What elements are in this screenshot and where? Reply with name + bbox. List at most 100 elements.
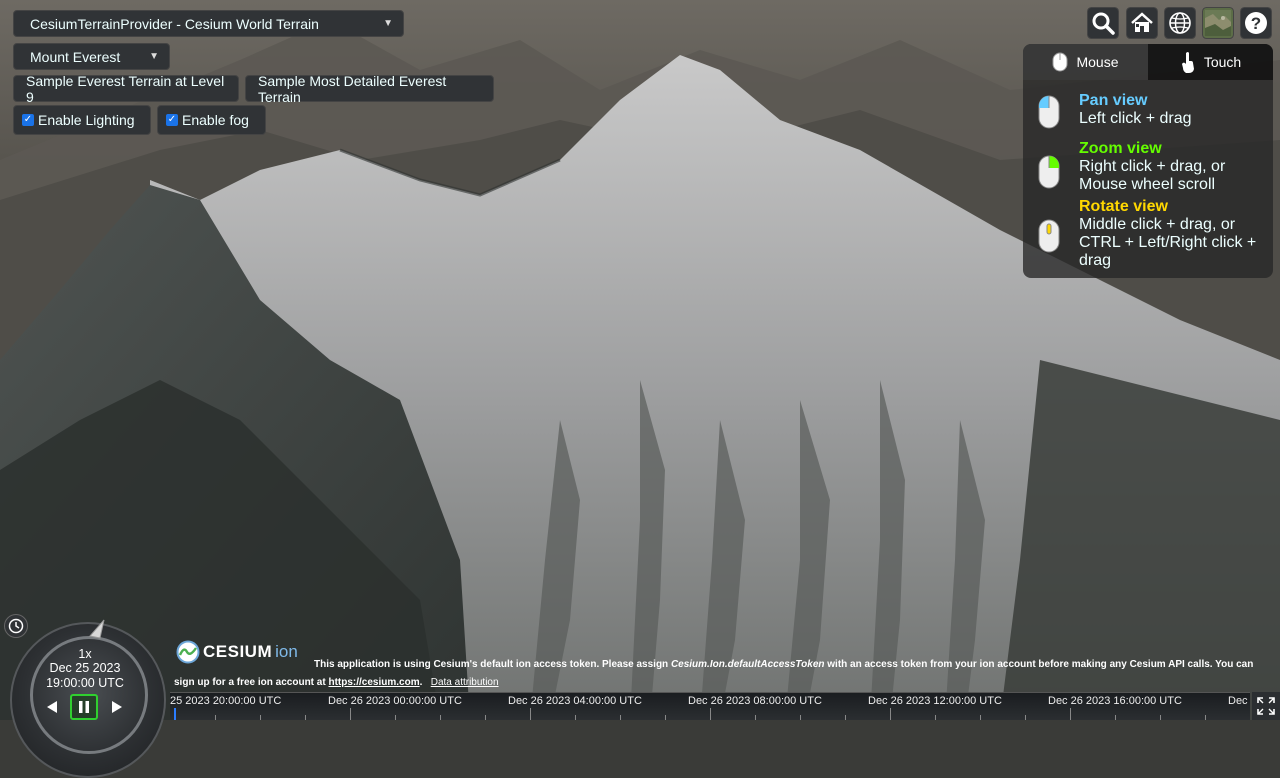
cesium-link[interactable]: https://cesium.com [328,677,419,688]
tab-touch-label: Touch [1203,54,1242,70]
timeline-tick [485,715,486,720]
sample-level9-label: Sample Everest Terrain at Level 9 [26,72,225,105]
timeline-tick [1160,715,1161,720]
tab-mouse[interactable]: Mouse [1023,44,1148,80]
fullscreen-icon [1257,697,1275,715]
mouse-right-click-icon [1038,155,1060,189]
timeline-tick [350,708,351,720]
help-icon: ? [1245,12,1267,34]
timeline-label: Dec 26 2023 16:00:00 UTC [1048,695,1182,707]
timeline-tick [845,715,846,720]
enable-lighting-toggle[interactable]: ✓ Enable Lighting [13,105,151,135]
timeline-tick [665,715,666,720]
rotate-view-desc-line2: CTRL + Left/Right click + [1079,234,1257,251]
mouse-left-click-icon [1038,95,1060,129]
ion-token-notice-pre: This application is using Cesium's defau… [314,659,671,670]
mouse-middle-click-icon [1038,219,1060,253]
ion-token-notice-line1: This application is using Cesium's defau… [314,659,1253,670]
rotate-view-title: Rotate view [1079,198,1168,215]
timeline-label: Dec 26 2023 00:00:00 UTC [328,695,462,707]
navigation-help-panel: Mouse Touch Pan view Left click + drag Z… [1023,44,1273,278]
globe-icon [1169,12,1191,34]
animation-date: Dec 25 2023 [49,661,121,675]
zoom-view-desc-line1: Right click + drag, or [1079,158,1226,175]
chevron-down-icon: ▼ [383,18,393,29]
search-button[interactable] [1087,7,1119,39]
imagery-layer-icon [1205,10,1231,36]
timeline-tick [260,715,261,720]
svg-text:?: ? [1251,14,1261,33]
data-attribution-link[interactable]: Data attribution [431,677,499,688]
play-forward-button[interactable] [103,694,131,720]
ion-token-notice-post: with an access token from your ion accou… [824,659,1254,670]
timeline-tick [215,715,216,720]
pan-view-title: Pan view [1079,92,1148,109]
timeline-tick [980,715,981,720]
credits-area: CESIUM ion This application is using Ces… [172,640,1262,692]
cesium-logo-ion: ion [275,642,298,661]
help-button[interactable]: ? [1240,7,1272,39]
cesium-logo-text: CESIUM [203,642,273,661]
ion-token-notice-line2: sign up for a free ion account at https:… [174,677,499,688]
enable-lighting-label: Enable Lighting [38,112,135,128]
enable-fog-toggle[interactable]: ✓ Enable fog [157,105,266,135]
terrain-provider-select[interactable]: CesiumTerrainProvider - Cesium World Ter… [13,10,404,37]
pan-view-desc: Left click + drag [1079,110,1192,127]
imagery-layer-picker-button[interactable] [1202,7,1234,39]
timeline-label: Dec 26 2023 08:00:00 UTC [688,695,822,707]
timeline-tick [440,715,441,720]
clock-button[interactable] [4,614,28,638]
play-forward-icon [112,701,122,713]
cesium-ion-logo[interactable]: CESIUM ion [176,640,298,664]
timeline-label: Dec 26 2023 04:00:00 UTC [508,695,642,707]
cesium-logo-icon [176,640,200,664]
location-select-value: Mount Everest [30,48,121,65]
play-reverse-button[interactable] [38,694,66,720]
timeline-tick [620,715,621,720]
chevron-down-icon: ▼ [149,51,159,62]
scene-mode-button[interactable] [1164,7,1196,39]
timeline-label: 25 2023 20:00:00 UTC [170,695,282,707]
sample-level9-button[interactable]: Sample Everest Terrain at Level 9 [13,72,239,105]
sample-most-detailed-label: Sample Most Detailed Everest Terrain [258,72,447,105]
search-icon [1092,12,1115,35]
enable-fog-checkbox[interactable]: ✓ [166,114,178,126]
pause-button[interactable] [70,694,98,720]
home-button[interactable] [1126,7,1158,39]
timeline-tick [800,715,801,720]
animation-time: 19:00:00 UTC [46,676,124,690]
ion-signup-pre: sign up for a free ion account at [174,677,329,688]
shuttle-ring-pointer-icon[interactable] [86,616,110,640]
timeline-tick [575,715,576,720]
terrain-provider-select-value: CesiumTerrainProvider - Cesium World Ter… [30,15,319,32]
sample-most-detailed-button[interactable]: Sample Most Detailed Everest Terrain [245,72,494,105]
location-select[interactable]: Mount Everest ▼ [13,43,170,70]
tab-mouse-label: Mouse [1076,54,1119,70]
timeline-tick [890,708,891,720]
rotate-view-desc-line1: Middle click + drag, or [1079,216,1236,233]
enable-lighting-checkbox[interactable]: ✓ [22,114,34,126]
timeline-tick [1025,715,1026,720]
play-reverse-icon [47,701,57,713]
ion-token-notice-code: Cesium.Ion.defaultAccessToken [670,659,825,670]
enable-fog-label: Enable fog [182,112,249,128]
mouse-icon [1052,52,1068,72]
timeline-tick [395,715,396,720]
timeline-tick [530,708,531,720]
timeline-tick [935,715,936,720]
tab-touch[interactable]: Touch [1148,44,1273,80]
timeline-tick [755,715,756,720]
timeline-tick [1205,715,1206,720]
timeline-current-time-marker[interactable] [174,708,176,720]
timeline-tick [1070,708,1071,720]
timeline-label: Dec [1228,695,1248,707]
timeline[interactable]: 25 2023 20:00:00 UTC Dec 26 2023 00:00:0… [170,692,1250,720]
timeline-tick [1115,715,1116,720]
timeline-tick [710,708,711,720]
zoom-view-desc-line2: Mouse wheel scroll [1079,176,1216,193]
rotate-view-desc-line3: drag [1079,252,1112,269]
ion-signup-post: . [419,677,423,688]
home-icon [1131,12,1153,32]
hand-pointer-icon [1181,52,1194,73]
fullscreen-button[interactable] [1252,692,1280,720]
